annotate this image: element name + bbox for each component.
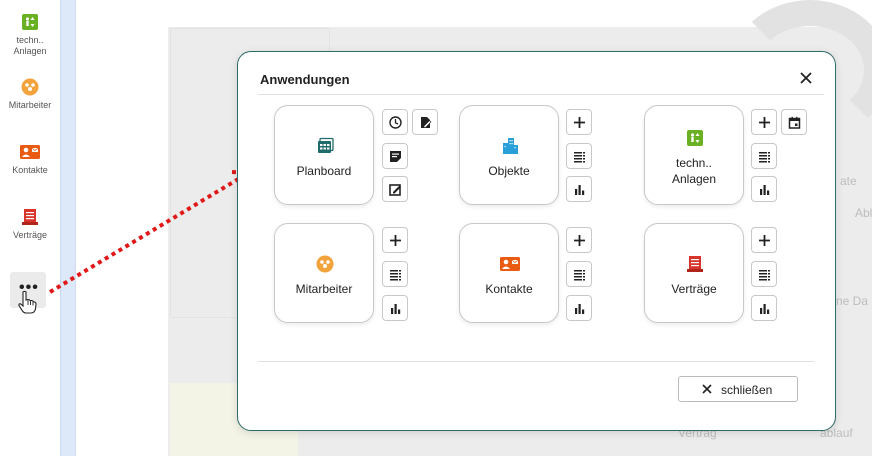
sidebar-item-label: Verträge <box>12 230 48 240</box>
list-icon <box>759 270 770 281</box>
technical-equipment-icon <box>687 130 703 146</box>
plus-icon <box>574 117 585 128</box>
bar-chart-icon <box>760 185 770 195</box>
applications-dialog: Anwendungen Planboard Objekte techn.. An… <box>237 51 836 431</box>
background-text: Abl <box>855 206 872 220</box>
sidebar-item-vertraege[interactable]: Verträge <box>0 208 60 241</box>
planboard-edit-document-button[interactable] <box>412 109 438 135</box>
app-tile-vertraege[interactable]: Verträge <box>644 223 744 323</box>
sidebar-item-kontakte[interactable]: Kontakte <box>0 143 60 176</box>
contracts-icon <box>22 209 38 225</box>
background-text: ate <box>840 174 857 188</box>
objekte-list-button[interactable] <box>566 143 592 169</box>
app-tile-mitarbeiter[interactable]: Mitarbeiter <box>274 223 374 323</box>
mitarbeiter-list-button[interactable] <box>382 261 408 287</box>
divider <box>258 361 814 362</box>
clock-icon <box>389 116 402 129</box>
app-tile-label: Mitarbeiter <box>295 282 353 296</box>
planboard-edit-button[interactable] <box>382 176 408 202</box>
close-dialog-label: schließen <box>721 383 773 397</box>
app-tile-planboard[interactable]: Planboard <box>274 105 374 205</box>
plus-icon <box>759 235 770 246</box>
app-tile-objekte[interactable]: Objekte <box>459 105 559 205</box>
list-icon <box>759 152 770 163</box>
app-tile-label: Planboard <box>296 164 352 178</box>
list-icon <box>574 270 585 281</box>
objekte-statistics-button[interactable] <box>566 176 592 202</box>
dialog-title: Anwendungen <box>260 72 350 87</box>
background-text: ne Da <box>836 294 869 308</box>
techn-anlagen-statistics-button[interactable] <box>751 176 777 202</box>
mitarbeiter-statistics-button[interactable] <box>382 295 408 321</box>
plus-icon <box>759 117 770 128</box>
techn-anlagen-add-button[interactable] <box>751 109 777 135</box>
sidebar-divider[interactable] <box>60 0 76 456</box>
edit-icon <box>389 184 401 196</box>
close-icon[interactable] <box>798 70 814 86</box>
kontakte-statistics-button[interactable] <box>566 295 592 321</box>
note-icon <box>390 151 401 162</box>
kontakte-list-button[interactable] <box>566 261 592 287</box>
sidebar-item-label: Anlagen <box>13 46 47 56</box>
planboard-notes-button[interactable] <box>382 143 408 169</box>
list-icon <box>390 270 401 281</box>
techn-anlagen-calendar-button[interactable] <box>781 109 807 135</box>
vertraege-list-button[interactable] <box>751 261 777 287</box>
bar-chart-icon <box>575 185 585 195</box>
contacts-icon <box>500 257 520 271</box>
employees-icon <box>21 78 39 96</box>
sidebar-item-label: Kontakte <box>12 165 48 175</box>
buildings-icon <box>503 138 518 154</box>
plus-icon <box>390 235 401 246</box>
bar-chart-icon <box>391 304 401 314</box>
hand-pointer-icon <box>18 290 37 314</box>
plus-icon <box>574 235 585 246</box>
app-tile-techn-anlagen[interactable]: techn.. Anlagen <box>644 105 744 205</box>
technical-equipment-icon <box>22 14 38 30</box>
planboard-icon <box>318 137 334 153</box>
close-icon <box>702 384 712 394</box>
app-tile-label: Kontakte <box>485 282 533 296</box>
vertraege-add-button[interactable] <box>751 227 777 253</box>
sidebar-item-techn-anlagen[interactable]: techn.. Anlagen <box>0 13 60 57</box>
sidebar-item-mitarbeiter[interactable]: Mitarbeiter <box>0 78 60 111</box>
techn-anlagen-list-button[interactable] <box>751 143 777 169</box>
app-tile-label: Anlagen <box>671 172 717 186</box>
app-tile-label: Objekte <box>488 164 530 178</box>
divider <box>258 94 824 95</box>
planboard-history-button[interactable] <box>382 109 408 135</box>
close-dialog-button[interactable]: schließen <box>678 376 798 402</box>
calendar-icon <box>788 116 801 129</box>
sidebar-item-label: Mitarbeiter <box>8 100 52 110</box>
vertraege-statistics-button[interactable] <box>751 295 777 321</box>
mitarbeiter-add-button[interactable] <box>382 227 408 253</box>
bar-chart-icon <box>760 304 770 314</box>
kontakte-add-button[interactable] <box>566 227 592 253</box>
edit-document-icon <box>421 117 432 128</box>
sidebar-item-label: techn.. <box>16 35 44 45</box>
app-tile-kontakte[interactable]: Kontakte <box>459 223 559 323</box>
contracts-icon <box>687 256 703 272</box>
contacts-icon <box>20 145 40 159</box>
objekte-add-button[interactable] <box>566 109 592 135</box>
app-tile-label: Verträge <box>671 282 717 296</box>
bar-chart-icon <box>575 304 585 314</box>
sidebar: techn.. Anlagen Mitarbeiter Kontakte Ver… <box>0 0 60 456</box>
employees-icon <box>316 255 334 273</box>
app-tile-label: techn.. <box>675 156 713 170</box>
list-icon <box>574 152 585 163</box>
